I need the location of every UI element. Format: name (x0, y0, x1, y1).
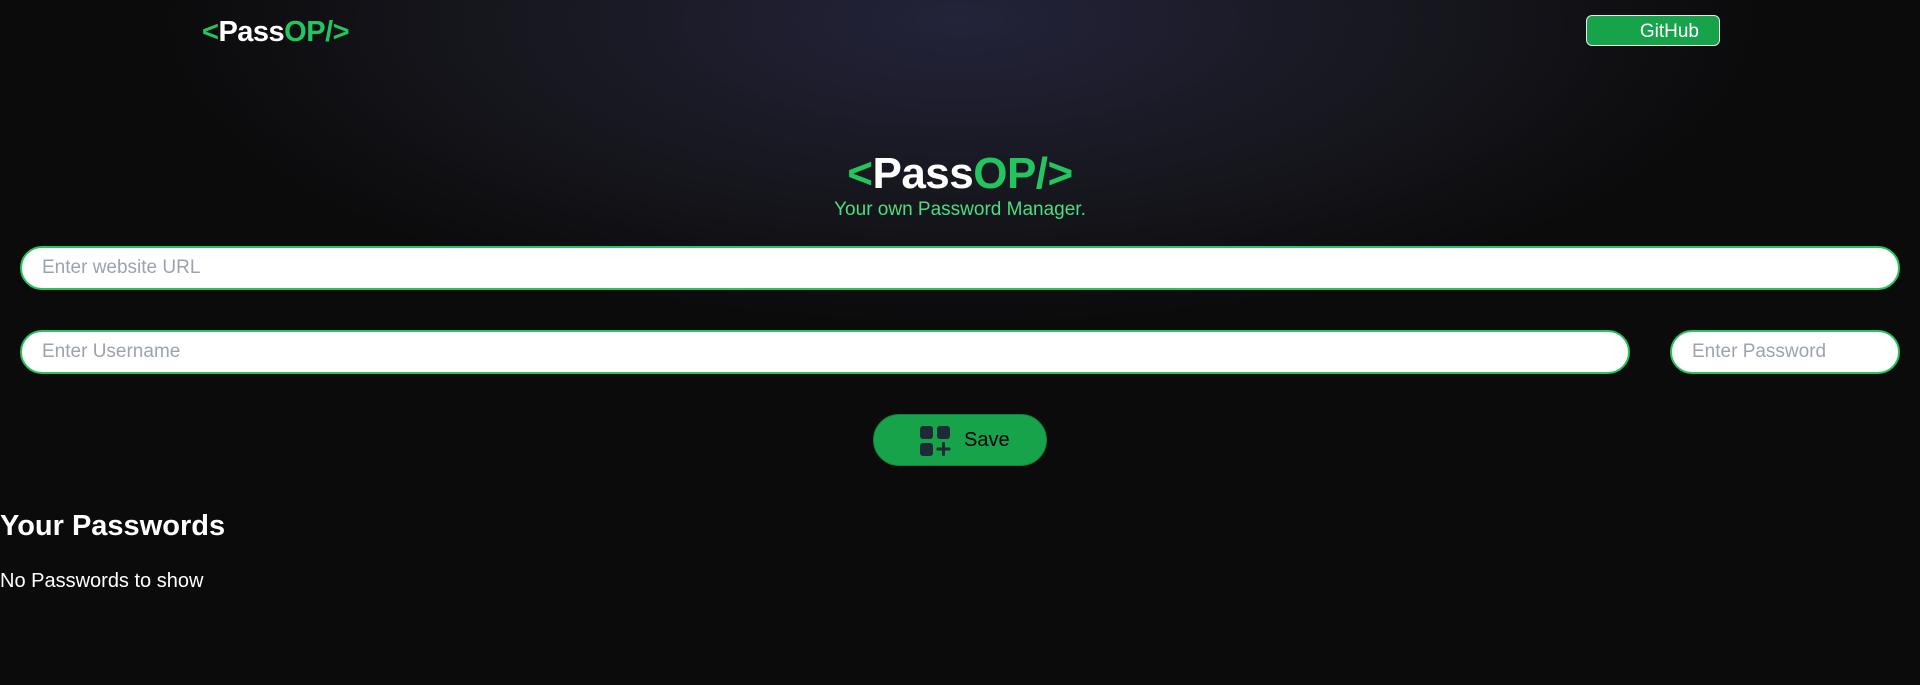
hero-logo-open-bracket: < (847, 149, 873, 198)
tagline: Your own Password Manager. (834, 199, 1086, 220)
logo-pass-text: Pass (218, 16, 285, 48)
logo-open-bracket: < (202, 16, 219, 48)
username-input[interactable] (20, 330, 1630, 374)
github-button[interactable]: GitHub (1586, 15, 1720, 46)
add-grid-icon (920, 426, 951, 456)
logo-close-bracket: > (332, 16, 350, 48)
save-button[interactable]: Save (873, 414, 1047, 466)
logo-op-text: OP/ (284, 16, 333, 48)
hero-logo-close-bracket: > (1047, 149, 1074, 198)
website-url-input[interactable] (20, 246, 1900, 290)
hero-logo-pass-text: Pass (872, 149, 974, 198)
passwords-empty-message: No Passwords to show (0, 570, 204, 592)
save-button-label: Save (964, 429, 1010, 451)
password-input[interactable] (1670, 330, 1900, 374)
hero-logo-op-text: OP/ (973, 149, 1048, 198)
navbar: <PassOP/> GitHub (0, 0, 1920, 64)
hero: <PassOP/> Your own Password Manager. (0, 148, 1920, 222)
passwords-heading: Your Passwords (0, 510, 226, 542)
hero-logo: <PassOP/> (0, 148, 1920, 200)
navbar-logo[interactable]: <PassOP/> (202, 14, 350, 50)
